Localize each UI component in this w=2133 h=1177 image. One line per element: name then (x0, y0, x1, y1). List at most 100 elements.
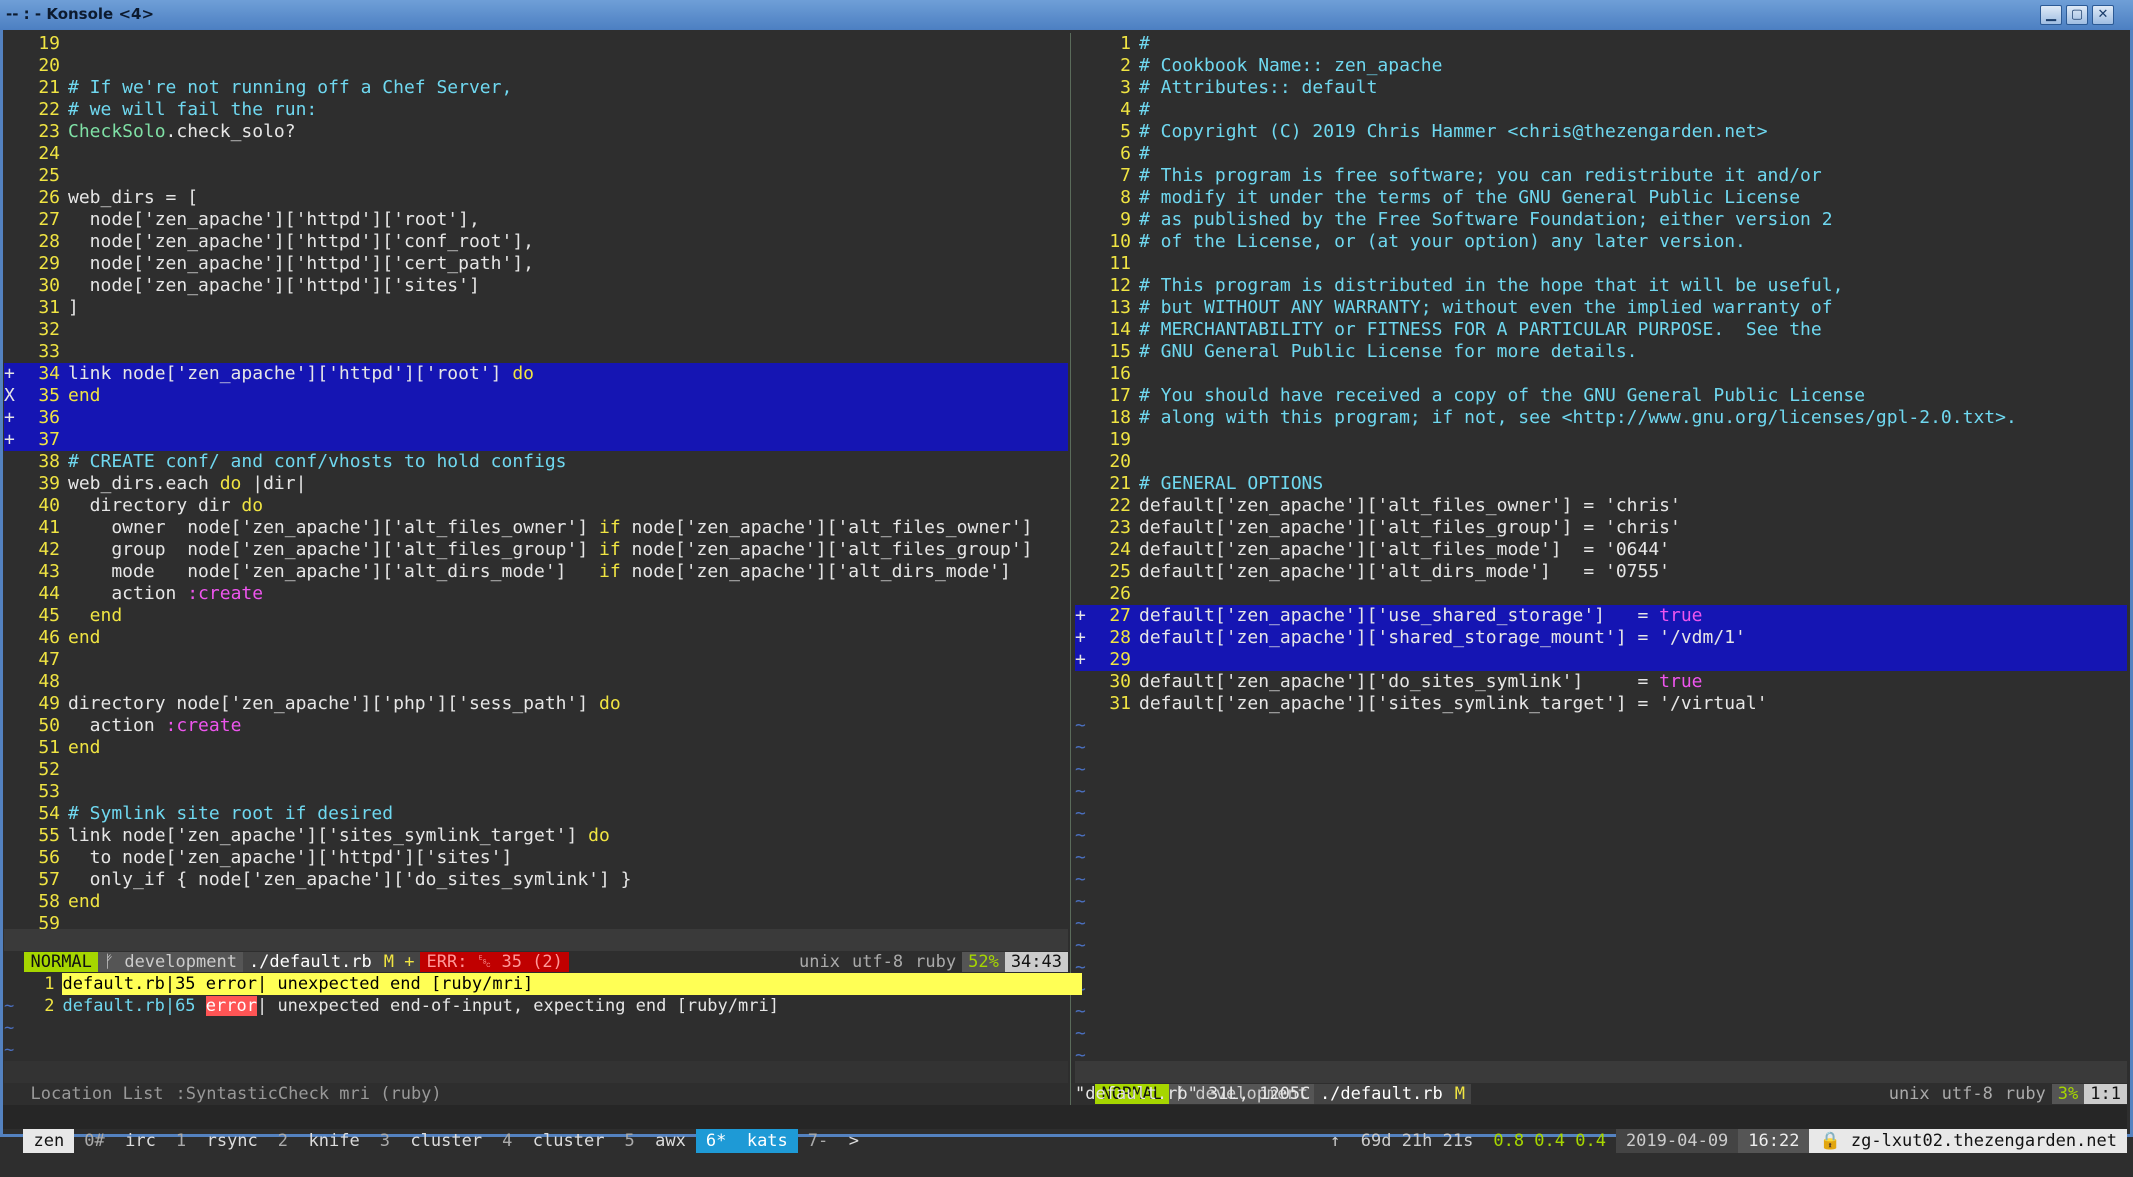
maximize-button[interactable]: ▢ (2066, 5, 2088, 25)
code-line[interactable]: 44 action :create (4, 583, 1068, 605)
code-line[interactable]: 5 # Copyright (C) 2019 Chris Hammer <chri… (1075, 121, 2127, 143)
code-line[interactable]: 23 default['zen_apache']['alt_files_group… (1075, 517, 2127, 539)
close-button[interactable]: ✕ (2092, 5, 2114, 25)
loclist-entry-2[interactable]: 2 default.rb|65 error| unexpected end-of-… (4, 973, 1064, 1016)
code-line[interactable]: 45 end (4, 605, 1068, 627)
code-line[interactable]: 25 (4, 165, 1068, 187)
tmux-window-tab[interactable]: 4 cluster (492, 1129, 614, 1153)
load-average: 0.8 0.4 0.4 (1493, 1131, 1606, 1151)
code-line[interactable]: 13 # but WITHOUT ANY WARRANTY; without ev… (1075, 297, 2127, 319)
code-line[interactable]: 8 # modify it under the terms of the GNU … (1075, 187, 2127, 209)
code-line[interactable]: 25 default['zen_apache']['alt_dirs_mode']… (1075, 561, 2127, 583)
tmux-window-tab[interactable]: 3 cluster (370, 1129, 492, 1153)
tmux-window-tab[interactable]: 7- > (798, 1129, 869, 1153)
pane-separator[interactable] (1070, 33, 1071, 1105)
code-line[interactable]: 55 link node['zen_apache']['sites_symlink… (4, 825, 1068, 847)
minimize-button[interactable]: ▁ (2040, 5, 2062, 25)
code-line[interactable]: 49 directory node['zen_apache']['php']['s… (4, 693, 1068, 715)
code-line[interactable]: 7 # This program is free software; you ca… (1075, 165, 2127, 187)
code-line[interactable]: 52 (4, 759, 1068, 781)
code-line[interactable]: 56 to node['zen_apache']['httpd']['sites… (4, 847, 1068, 869)
code-line[interactable]: 43 mode node['zen_apache']['alt_dirs_mod… (4, 561, 1068, 583)
code-line[interactable]: 20 (4, 55, 1068, 77)
tmux-window-tab[interactable]: 6* kats (695, 1129, 798, 1153)
line-number: 21 (1109, 473, 1131, 494)
tmux-window-tab[interactable]: 5 awx (614, 1129, 695, 1153)
code-line[interactable]: 26 web_dirs = [ (4, 187, 1068, 209)
code-line[interactable]: 53 (4, 781, 1068, 803)
code-line[interactable]: 23 CheckSolo.check_solo? (4, 121, 1068, 143)
code-token: action (68, 583, 188, 604)
code-line[interactable]: 9 # as published by the Free Software Fou… (1075, 209, 2127, 231)
code-line[interactable]: 18 # along with this program; if not, see… (1075, 407, 2127, 429)
code-line[interactable]: 51 end (4, 737, 1068, 759)
code-line[interactable]: 17 # You should have received a copy of t… (1075, 385, 2127, 407)
code-line[interactable]: 20 (1075, 451, 2127, 473)
line-number: 19 (38, 33, 60, 54)
code-line[interactable]: 41 owner node['zen_apache']['alt_files_o… (4, 517, 1068, 539)
code-line[interactable]: +29 (1075, 649, 2127, 671)
tmux-session-name[interactable]: zen (23, 1129, 75, 1153)
tmux-window-tab[interactable]: 2 knife (268, 1129, 370, 1153)
code-line[interactable]: 24 default['zen_apache']['alt_files_mode'… (1075, 539, 2127, 561)
code-token: directory dir (68, 495, 242, 516)
code-line[interactable]: 31] (4, 297, 1068, 319)
code-line[interactable]: 50 action :create (4, 715, 1068, 737)
tmux-window-tab[interactable]: 0# irc (74, 1129, 166, 1153)
left-editor-pane[interactable]: 19 20 21 # If we're not running off a Che… (4, 33, 1068, 935)
code-line[interactable]: 40 directory dir do (4, 495, 1068, 517)
code-line[interactable]: 21 # GENERAL OPTIONS (1075, 473, 2127, 495)
code-line[interactable]: +36 (4, 407, 1068, 429)
code-line[interactable]: 54 # Symlink site root if desired (4, 803, 1068, 825)
code-line[interactable]: 31 default['zen_apache']['sites_symlink_t… (1075, 693, 2127, 715)
code-line[interactable]: 6 # (1075, 143, 2127, 165)
code-line[interactable]: +28 default['zen_apache']['shared_storage… (1075, 627, 2127, 649)
code-line[interactable]: 3 # Attributes:: default (1075, 77, 2127, 99)
window-titlebar[interactable]: -- : - Konsole <4> ▁ ▢ ✕ (0, 0, 2133, 31)
code-line[interactable]: 14 # MERCHANTABILITY or FITNESS FOR A PAR… (1075, 319, 2127, 341)
code-line[interactable]: 42 group node['zen_apache']['alt_files_g… (4, 539, 1068, 561)
code-line[interactable]: 46 end (4, 627, 1068, 649)
code-line[interactable]: 30 node['zen_apache']['httpd']['sites'] (4, 275, 1068, 297)
code-line[interactable]: 32 (4, 319, 1068, 341)
code-token: node['zen_apache']['alt_files_owner'] (620, 517, 1033, 538)
code-line[interactable]: 27 node['zen_apache']['httpd']['root'], (4, 209, 1068, 231)
code-line[interactable]: 58 end (4, 891, 1068, 913)
code-line[interactable]: 19 (4, 33, 1068, 55)
code-line[interactable]: 2 # Cookbook Name:: zen_apache (1075, 55, 2127, 77)
code-line[interactable]: 33 (4, 341, 1068, 363)
code-line[interactable]: X 35 end (4, 385, 1068, 407)
code-line[interactable]: 57 only_if { node['zen_apache']['do_site… (4, 869, 1068, 891)
code-line[interactable]: 26 (1075, 583, 2127, 605)
code-line[interactable]: 21 # If we're not running off a Chef Serv… (4, 77, 1068, 99)
code-line[interactable]: 1 # (1075, 33, 2127, 55)
code-line[interactable]: 39 web_dirs.each do |dir| (4, 473, 1068, 495)
code-line[interactable]: +27 default['zen_apache']['use_shared_sto… (1075, 605, 2127, 627)
code-line[interactable]: 48 (4, 671, 1068, 693)
code-line[interactable]: 16 (1075, 363, 2127, 385)
code-line[interactable]: 38 # CREATE conf/ and conf/vhosts to hold… (4, 451, 1068, 473)
code-line[interactable]: 19 (1075, 429, 2127, 451)
code-line[interactable]: 10 # of the License, or (at your option) … (1075, 231, 2127, 253)
code-line[interactable]: 22 default['zen_apache']['alt_files_owner… (1075, 495, 2127, 517)
code-token: mode node['zen_apache']['alt_dirs_mode'] (68, 561, 600, 582)
code-line[interactable]: +37 (4, 429, 1068, 451)
code-line[interactable]: 15 # GNU General Public License for more … (1075, 341, 2127, 363)
code-line[interactable]: 22 # we will fail the run: (4, 99, 1068, 121)
code-token: do (241, 495, 264, 516)
code-line[interactable]: 12 # This program is distributed in the h… (1075, 275, 2127, 297)
right-editor-pane[interactable]: 1 # 2 # Cookbook Name:: zen_apache 3 # Attr… (1075, 33, 2127, 1067)
code-line[interactable]: 28 node['zen_apache']['httpd']['conf_roo… (4, 231, 1068, 253)
tmux-window-tab[interactable]: 1 rsync (166, 1129, 268, 1153)
line-number: 44 (38, 583, 60, 604)
code-line[interactable]: 24 (4, 143, 1068, 165)
code-line[interactable]: 11 (1075, 253, 2127, 275)
code-line[interactable]: +34 link node['zen_apache']['httpd']['roo… (4, 363, 1068, 385)
code-line[interactable]: 29 node['zen_apache']['httpd']['cert_pat… (4, 253, 1068, 275)
loclist-entry-1[interactable]: 1 default.rb|35 error| unexpected end [ru… (4, 951, 1083, 995)
code-line[interactable]: 30 default['zen_apache']['do_sites_symlin… (1075, 671, 2127, 693)
code-line[interactable]: 4 # (1075, 99, 2127, 121)
line-number: 13 (1109, 297, 1131, 318)
code-token: node['zen_apache']['alt_files_group'] (620, 539, 1033, 560)
code-line[interactable]: 47 (4, 649, 1068, 671)
